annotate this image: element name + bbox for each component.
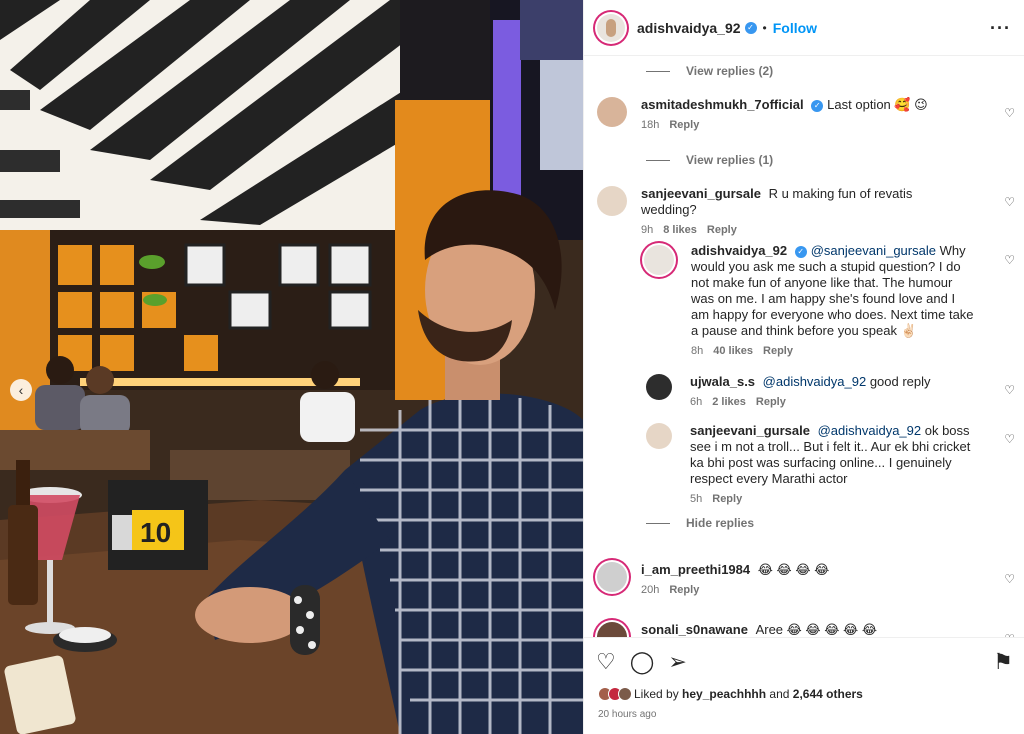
comment-username[interactable]: asmitadeshmukh_7official [641, 97, 807, 112]
follow-button[interactable]: Follow [773, 20, 817, 36]
instagram-post-modal: 10 ‹ adishvaidya_92 ✓ • Follow ··· View … [0, 0, 1024, 734]
comment-likes[interactable]: 40 likes [713, 345, 753, 357]
comment-likes[interactable]: 8 likes [663, 224, 697, 236]
comment-time[interactable]: 18h [641, 119, 659, 131]
hide-replies-button[interactable]: Hide replies [646, 516, 754, 530]
view-replies-button[interactable]: View replies (1) [646, 153, 773, 167]
thread-line [646, 70, 670, 72]
author-username[interactable]: adishvaidya_92 [637, 20, 741, 36]
hide-replies-label: Hide replies [686, 516, 755, 530]
comment-username[interactable]: adishvaidya_92 [691, 243, 791, 258]
post-side-panel: adishvaidya_92 ✓ • Follow ··· View repli… [583, 0, 1024, 734]
comment-text: Aree 😂 😂 😂 😂 😂 [755, 622, 878, 637]
comment-mention[interactable]: @sanjeevani_gursale [811, 243, 936, 258]
header-separator: • [762, 20, 767, 35]
reply-item: ujwala_s.s @adishvaidya_92 good reply 6h… [646, 374, 986, 408]
commenter-avatar[interactable] [597, 97, 627, 127]
verified-badge-icon: ✓ [744, 21, 757, 34]
likes-summary[interactable]: Liked by hey_peachhhh and 2,644 others [598, 687, 863, 701]
commenter-avatar[interactable] [597, 562, 627, 592]
like-heart-icon[interactable]: ♡ [596, 650, 616, 674]
carousel-prev-button[interactable]: ‹ [10, 379, 32, 401]
comment-time[interactable]: 9h [641, 224, 653, 236]
comment-likes[interactable]: 2 likes [712, 396, 746, 408]
comment-username[interactable]: sanjeevani_gursale [690, 423, 814, 438]
post-time-ago[interactable]: 20 hours ago [598, 709, 656, 720]
comment-time[interactable]: 20h [641, 584, 659, 596]
like-comment-heart-icon[interactable]: ♡ [1004, 253, 1015, 267]
reply-button[interactable]: Reply [707, 224, 737, 236]
reply-button[interactable]: Reply [756, 396, 786, 408]
like-comment-heart-icon[interactable]: ♡ [1004, 106, 1015, 120]
reply-button[interactable]: Reply [669, 584, 699, 596]
liked-user[interactable]: hey_peachhhh [682, 687, 766, 701]
post-photo[interactable]: 10 ‹ [0, 0, 583, 734]
view-replies-label: View replies (2) [686, 64, 774, 78]
comment-username[interactable]: sanjeevani_gursale [641, 186, 765, 201]
comment-item: asmitadeshmukh_7official ✓ Last option 🥰 … [597, 97, 997, 131]
save-bookmark-icon[interactable]: ⚑ [993, 650, 1013, 674]
comments-list[interactable]: View replies (2) asmitadeshmukh_7officia… [584, 56, 1024, 637]
like-comment-heart-icon[interactable]: ♡ [1004, 383, 1015, 397]
photo-illustration: 10 [0, 0, 583, 734]
more-horizontal-icon: ··· [990, 18, 1011, 38]
like-comment-heart-icon[interactable]: ♡ [1004, 195, 1015, 209]
commenter-avatar[interactable] [597, 622, 627, 637]
share-send-icon[interactable]: ➢ [668, 650, 686, 674]
comment-time[interactable]: 5h [690, 493, 702, 505]
author-avatar[interactable] [597, 13, 625, 42]
thread-line [646, 159, 670, 161]
comment-bubble-icon[interactable]: ◯ [630, 650, 655, 674]
comment-username[interactable]: sonali_s0nawane [641, 622, 752, 637]
commenter-avatar[interactable] [646, 423, 672, 449]
comment-item: sonali_s0nawane Aree 😂 😂 😂 😂 😂 [597, 622, 997, 637]
commenter-avatar[interactable] [644, 245, 674, 275]
like-comment-heart-icon[interactable]: ♡ [1004, 572, 1015, 586]
thread-line [646, 522, 670, 524]
liker-avatars [598, 687, 632, 701]
action-bar: ♡ ◯ ➢ [596, 650, 687, 674]
comment-username[interactable]: i_am_preethi1984 [641, 562, 754, 577]
verified-badge-icon: ✓ [794, 245, 807, 258]
comment-time[interactable]: 6h [690, 396, 702, 408]
comment-item: sanjeevani_gursale R u making fun of rev… [597, 186, 997, 236]
comment-mention[interactable]: @adishvaidya_92 [763, 374, 867, 389]
like-comment-heart-icon[interactable]: ♡ [1004, 432, 1015, 446]
comment-text: 😂 😂 😂 😂 [757, 562, 830, 577]
view-replies-button[interactable]: View replies (2) [646, 64, 773, 78]
comment-mention[interactable]: @adishvaidya_92 [818, 423, 922, 438]
comment-text: Last option 🥰 😉 [827, 97, 928, 112]
comment-time[interactable]: 8h [691, 345, 703, 357]
post-footer: ♡ ◯ ➢ ⚑ Liked by hey_peachhhh and 2,644 … [584, 637, 1024, 734]
comment-username[interactable]: ujwala_s.s [690, 374, 759, 389]
comment-text: good reply [866, 374, 931, 389]
reply-item: adishvaidya_92 ✓ @sanjeevani_gursale Why … [644, 243, 984, 357]
view-replies-label: View replies (1) [686, 153, 774, 167]
chevron-left-icon: ‹ [18, 382, 24, 398]
reply-button[interactable]: Reply [712, 493, 742, 505]
comment-item: i_am_preethi1984 😂 😂 😂 😂 20h Reply [597, 562, 997, 596]
reply-button[interactable]: Reply [669, 119, 699, 131]
liked-prefix: Liked by [634, 687, 679, 701]
more-options-button[interactable]: ··· [990, 18, 1011, 39]
reply-button[interactable]: Reply [763, 345, 793, 357]
liked-and: and [769, 687, 790, 701]
table-number: 10 [140, 517, 171, 548]
liked-others[interactable]: 2,644 others [793, 687, 863, 701]
post-header: adishvaidya_92 ✓ • Follow ··· [584, 0, 1024, 56]
reply-item: sanjeevani_gursale @adishvaidya_92 ok bo… [646, 423, 986, 505]
commenter-avatar[interactable] [597, 186, 627, 216]
verified-badge-icon: ✓ [811, 99, 824, 112]
commenter-avatar[interactable] [646, 374, 672, 400]
